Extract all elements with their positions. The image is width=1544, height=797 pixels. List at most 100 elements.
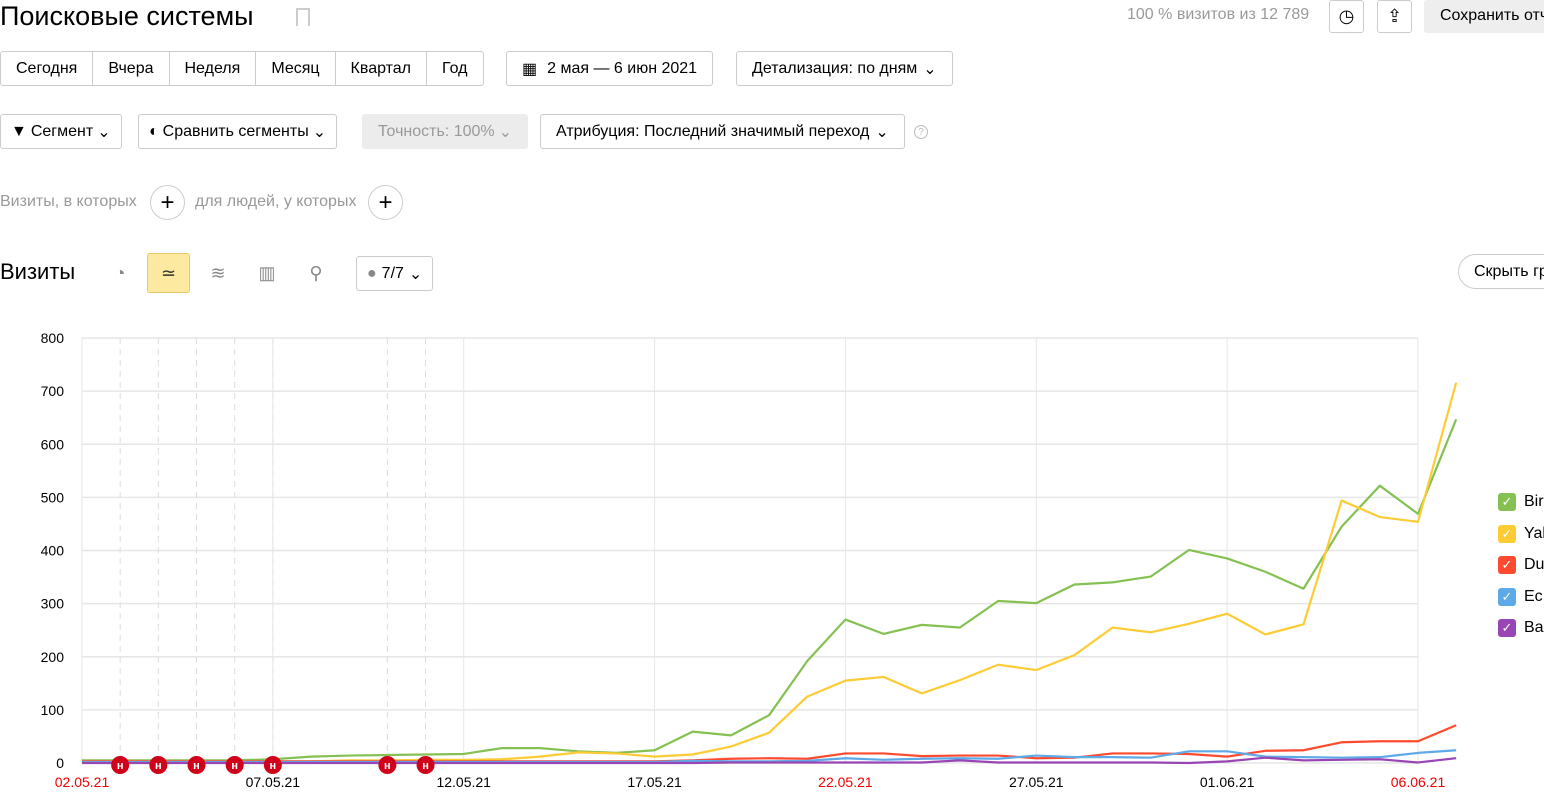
y-tick-label: 600 [41,436,65,452]
holiday-marker-label: н [117,760,124,772]
save-report-button[interactable]: Сохранить отч [1424,0,1544,33]
period-yesterday[interactable]: Вчера [93,52,170,85]
legend-label: Yal [1524,524,1544,542]
holiday-marker-label: н [231,760,238,772]
checkbox-icon[interactable]: ✓ [1498,587,1516,606]
y-tick-label: 100 [41,702,65,718]
visits-share: 100 % визитов из 12 789 [1127,6,1310,23]
y-tick-label: 500 [41,489,65,505]
period-year[interactable]: Год [427,52,482,85]
series-count: 7/7 [381,264,404,282]
x-tick-label: 17.05.21 [627,774,682,790]
line-chart-view-button[interactable]: ≃ [147,253,190,293]
x-tick-label: 22.05.21 [818,774,873,790]
add-people-condition-button[interactable]: + [368,185,403,220]
legend-label: Ec [1524,587,1543,605]
legend-label: Du [1524,556,1544,573]
detail-label: Детализация: по дням [752,59,918,77]
period-selector: Сегодня Вчера Неделя Месяц Квартал Год [0,51,484,86]
map-pin-icon: ⚲ [309,262,323,283]
line-chart-icon: ≃ [160,262,177,283]
chart-title: Визиты [0,259,76,284]
y-tick-label: 200 [41,649,65,665]
segment-label: Сегмент [30,122,94,140]
export-button[interactable]: ⇪ [1377,0,1412,33]
legend-item[interactable]: ✓ Ba [1498,619,1544,637]
y-tick-label: 700 [41,383,65,399]
bar-chart-view-button[interactable]: ▥ [252,258,282,288]
holiday-marker-label: н [422,760,429,772]
x-tick-label: 12.05.21 [436,774,491,790]
share-icon: ⇪ [1386,6,1403,26]
y-tick-label: 800 [41,330,65,346]
period-week[interactable]: Неделя [170,52,257,85]
legend-item[interactable]: ✓ Yal [1498,524,1544,543]
checkbox-icon[interactable]: ✓ [1498,556,1516,574]
plus-icon: + [160,188,175,216]
calendar-icon: ▦ [522,60,538,78]
holiday-marker-label: н [193,760,200,772]
date-range-label: 2 мая — 6 июн 2021 [547,59,698,77]
y-tick-label: 0 [56,755,64,771]
x-tick-label: 27.05.21 [1009,774,1064,790]
chevron-down-icon: ⌄ [408,265,423,283]
legend-item[interactable]: ✓ Du [1498,556,1544,574]
x-tick-label: 02.05.21 [55,774,110,790]
checkbox-icon[interactable]: ✓ [1498,493,1516,511]
chevron-down-icon: ⌄ [312,123,327,141]
chevron-down-icon: ⌄ [97,123,111,141]
holiday-marker-label: н [155,760,162,772]
visits-line-chart: 0 100 200 300 400 500 600 700 800 02.05.21 07.05.2… [41,330,1458,790]
holiday-marker-label: н [270,760,277,772]
compare-icon: ◐ [149,122,159,140]
plus-icon: + [378,188,393,216]
holiday-marker-label: н [384,760,391,772]
legend-label: Bir [1524,493,1544,510]
annotations-dropdown[interactable]: ● 7/7 ⌄ [356,256,434,291]
attribution-label: Атрибуция: Последний значимый переход [556,122,870,140]
clock-icon: ◷ [1338,6,1355,26]
comment-icon: ● [367,264,377,282]
y-tick-label: 400 [41,543,65,559]
visits-condition-label: Визиты, в которых [0,193,137,210]
area-chart-view-button[interactable]: ≋ [203,258,233,288]
detail-dropdown[interactable]: Детализация: по дням ⌄ [736,51,953,86]
checkbox-icon[interactable]: ✓ [1498,619,1516,637]
checkbox-icon[interactable]: ✓ [1498,524,1516,543]
period-today[interactable]: Сегодня [1,52,94,85]
attribution-dropdown[interactable]: Атрибуция: Последний значимый переход ⌄ [540,114,905,149]
x-tick-label: 01.06.21 [1200,774,1255,790]
people-condition-label: для людей, у которых [195,193,357,210]
legend-label: Ba [1524,619,1544,636]
chevron-down-icon: ⌄ [875,123,889,141]
segment-dropdown[interactable]: ▼ Сегмент ⌄ [0,114,122,149]
hide-chart-button[interactable]: Скрыть гр [1458,254,1544,289]
compare-label: Сравнить сегменты [162,122,309,140]
accuracy-label: Точность: 100% [378,122,495,140]
pie-chart-icon: ◔ [114,262,126,283]
period-quarter[interactable]: Квартал [336,52,428,85]
legend-item[interactable]: ✓ Bir [1498,493,1544,511]
date-range-button[interactable]: ▦ 2 мая — 6 июн 2021 [506,51,714,86]
map-view-button[interactable]: ⚲ [301,258,331,288]
legend-item[interactable]: ✓ Ec [1498,587,1543,606]
pie-chart-view-button[interactable]: ◔ [105,258,135,288]
add-visit-condition-button[interactable]: + [150,185,185,220]
chevron-down-icon: ⌄ [498,123,513,141]
series-line-1 [82,382,1458,763]
filter-icon: ▼ [11,122,27,140]
compare-segments-dropdown[interactable]: ◐ Сравнить сегменты ⌄ [138,114,338,149]
accuracy-dropdown[interactable]: Точность: 100% ⌄ [362,114,529,149]
page-title: Поисковые системы [0,1,254,31]
period-month[interactable]: Месяц [256,52,336,85]
chevron-down-icon: ⌄ [923,60,937,78]
series-line-2 [82,724,1457,763]
area-chart-icon: ≋ [210,262,226,283]
y-tick-label: 300 [41,596,65,612]
history-button[interactable]: ◷ [1329,0,1364,33]
bookmark-icon[interactable] [296,8,310,26]
x-tick-label: 07.05.21 [246,774,301,790]
bar-chart-icon: ▥ [258,262,276,283]
x-tick-label: 06.06.21 [1391,774,1446,790]
help-icon[interactable]: ? [914,125,928,139]
